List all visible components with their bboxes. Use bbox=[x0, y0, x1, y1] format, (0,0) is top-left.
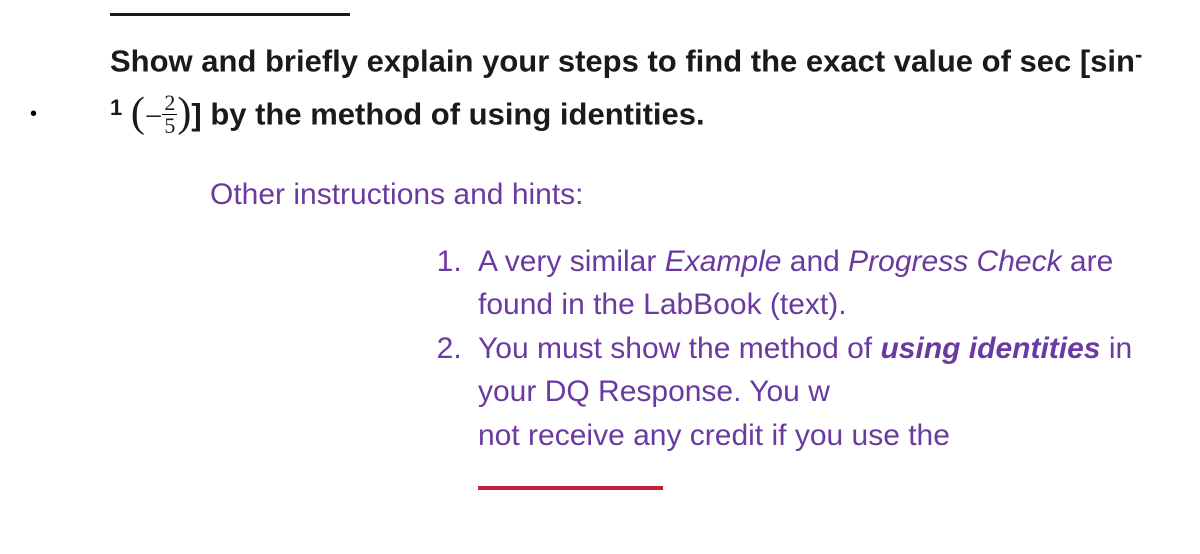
bracket-close: ] bbox=[191, 97, 201, 132]
subsection: Other instructions and hints: A very sim… bbox=[210, 178, 1150, 501]
hint2-part3: not receive any credit if you use the bbox=[478, 419, 950, 452]
bullet-point-icon: • bbox=[30, 103, 37, 126]
question-text: Show and briefly explain your steps to f… bbox=[110, 36, 1150, 148]
subsection-title: Other instructions and hints: bbox=[210, 178, 1150, 212]
hint-item-1: A very similar Example and Progress Chec… bbox=[470, 240, 1150, 327]
hint2-part1: You must show the method of bbox=[478, 332, 880, 365]
fraction-denominator: 5 bbox=[162, 115, 177, 137]
cutoff-line bbox=[478, 462, 663, 495]
hint-item-2: You must show the method of using identi… bbox=[470, 327, 1150, 501]
hint1-part1: A very similar bbox=[478, 245, 665, 278]
question-suffix: by the method of using identities. bbox=[210, 97, 704, 132]
document-content: Show and briefly explain your steps to f… bbox=[0, 0, 1200, 501]
fraction-numerator: 2 bbox=[162, 92, 177, 115]
hints-list: A very similar Example and Progress Chec… bbox=[440, 240, 1150, 501]
paren-close: ) bbox=[177, 90, 191, 136]
partial-top-underline bbox=[110, 13, 350, 16]
red-underline-icon bbox=[478, 486, 663, 490]
minus-sign: − bbox=[145, 98, 162, 133]
question-prefix: Show and briefly explain your steps to f… bbox=[110, 43, 1135, 78]
hint1-italic1: Example bbox=[665, 245, 782, 278]
hint1-part2: and bbox=[781, 245, 848, 278]
fraction: 25 bbox=[162, 92, 177, 137]
hint1-italic2: Progress Check bbox=[848, 245, 1061, 278]
paren-open: ( bbox=[131, 90, 145, 136]
hint2-bolditalic: using identities bbox=[880, 332, 1100, 365]
math-expression: (−25)] bbox=[131, 97, 210, 132]
